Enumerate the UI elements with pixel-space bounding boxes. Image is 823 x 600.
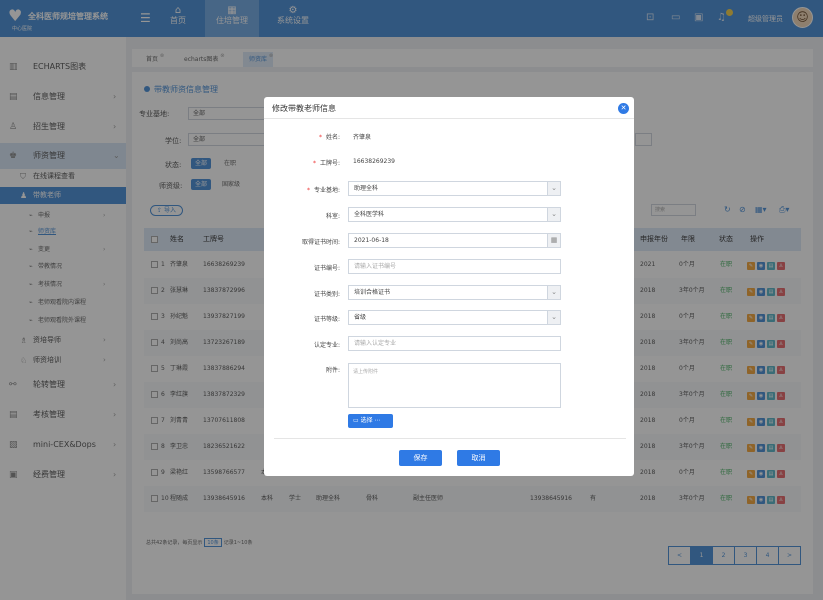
base-select[interactable]: 助理全科 ⌄ [348,181,561,196]
major-input[interactable]: 请输入认定专业 [348,336,561,351]
date-label: 取得证书时间: [301,239,340,246]
id-value: 16638269239 [353,158,395,165]
date-input[interactable]: 2021-06-18 ▦ [348,233,561,248]
select-file-button[interactable]: ▭ 选择 ⋯ [348,414,393,428]
certno-label: 证书编号: [313,265,340,272]
certlevel-select[interactable]: 省级 ⌄ [348,310,561,325]
dialog-header: 修改带教老师信息 ✕ [264,97,634,119]
more-icon: ⋯ [374,417,381,424]
name-value: 齐肇泉 [353,134,372,141]
edit-teacher-dialog: 修改带教老师信息 ✕ * 姓名: 齐肇泉 * 工牌号: 16638269239 * 专… [264,97,634,476]
name-label: * 姓名: [318,134,340,141]
attach-label: 附件: [325,367,340,374]
certlevel-label: 证书等级: [313,316,340,323]
close-icon[interactable]: ✕ [618,103,629,114]
certtype-label: 证书类别: [313,291,340,298]
chevron-down-icon: ⌄ [547,311,560,324]
folder-icon: ▭ [353,417,359,424]
calendar-icon: ▦ [547,234,560,247]
chevron-down-icon: ⌄ [547,182,560,195]
chevron-down-icon: ⌄ [547,208,560,221]
dept-label: 科室: [325,213,340,220]
save-button[interactable]: 保存 [399,450,442,466]
dept-select[interactable]: 全科医学科 ⌄ [348,207,561,222]
major-label: 认定专业: [313,342,340,349]
attach-textarea[interactable]: 请上传附件 [348,363,561,408]
dialog-title: 修改带教老师信息 [272,104,336,113]
cancel-button[interactable]: 取消 [457,450,500,466]
dialog-divider [274,438,626,439]
chevron-down-icon: ⌄ [547,286,560,299]
id-label: * 工牌号: [312,160,340,167]
certno-input[interactable]: 请输入证书编号 [348,259,561,274]
base-label: * 专业基地: [306,187,340,194]
certtype-select[interactable]: 培训合格证书 ⌄ [348,285,561,300]
